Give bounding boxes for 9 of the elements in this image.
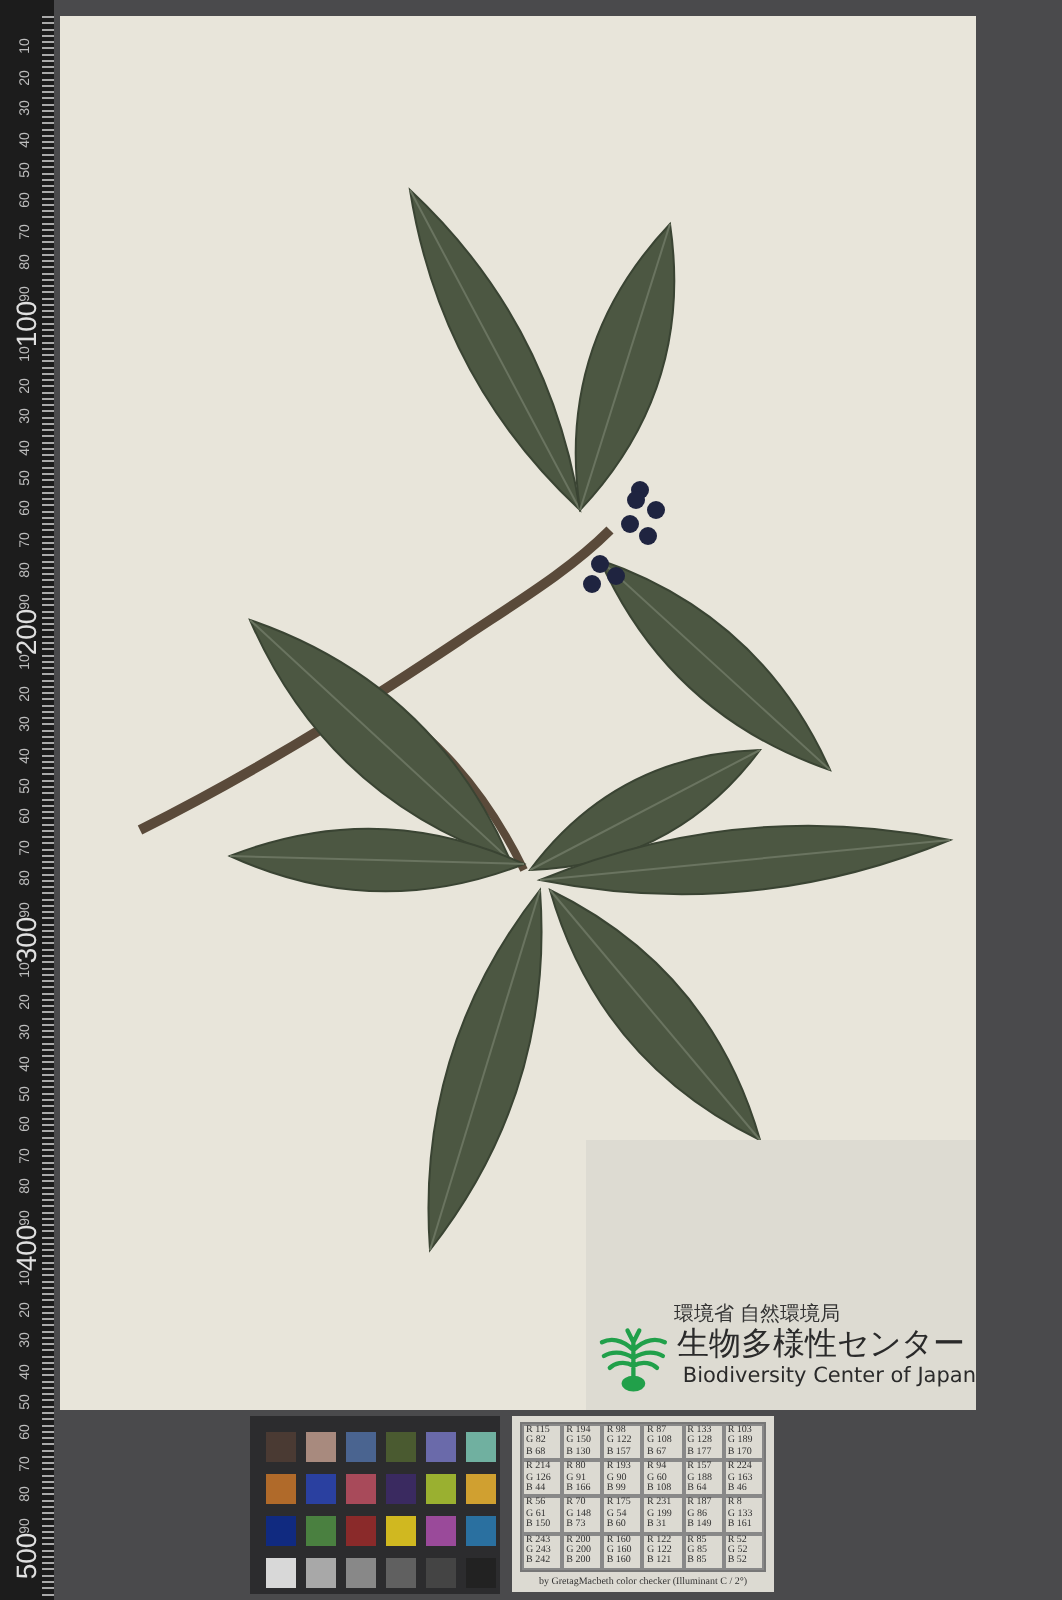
tree-logo-icon — [598, 1326, 669, 1394]
organization-name-english: Biodiversity Center of Japan — [682, 1361, 976, 1392]
ruler-number: 300 — [12, 916, 40, 964]
organization-name: 生物多様性センター — [676, 1326, 967, 1362]
ruler-number: 100 — [12, 300, 40, 348]
ruler-number: 200 — [12, 608, 40, 656]
ruler-number: 500 — [12, 1532, 40, 1580]
agency-name: 環境省 自然環境局 — [674, 1304, 843, 1326]
ruler-number: 400 — [12, 1224, 40, 1272]
